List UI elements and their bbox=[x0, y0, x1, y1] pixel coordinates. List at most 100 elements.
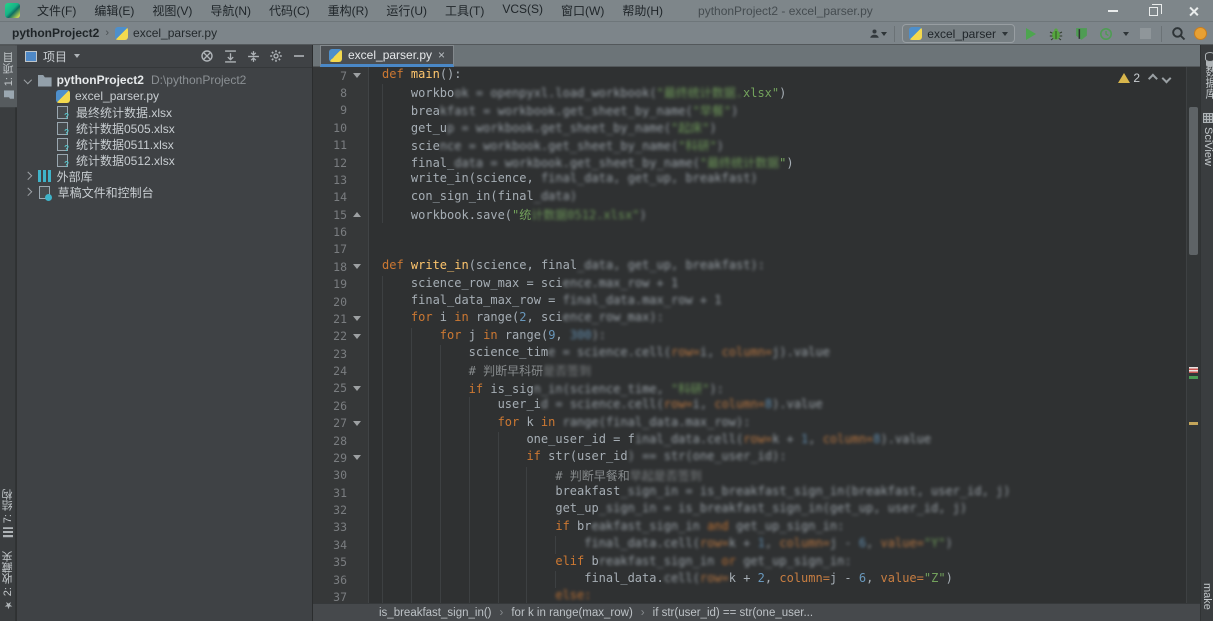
gutter-line[interactable]: 20 bbox=[313, 293, 368, 310]
code-breadcrumb-1[interactable]: for k in range(max_row) bbox=[511, 607, 632, 619]
menu-item-7[interactable]: 工具(T) bbox=[436, 0, 493, 21]
profiler-button[interactable] bbox=[1097, 25, 1115, 43]
line-number[interactable]: 21 bbox=[313, 312, 347, 326]
tree-item[interactable]: 草稿文件和控制台 bbox=[17, 184, 312, 200]
gutter-line[interactable]: 13 bbox=[313, 171, 368, 188]
code-line[interactable]: science_time = science.cell(row=i, colum… bbox=[382, 345, 1186, 362]
fold-region[interactable] bbox=[347, 455, 367, 460]
line-number[interactable]: 30 bbox=[313, 468, 347, 482]
settings-button[interactable] bbox=[269, 49, 283, 63]
gutter-line[interactable]: 33 bbox=[313, 519, 368, 536]
chevron-down-icon[interactable] bbox=[1123, 32, 1129, 36]
gutter-line[interactable]: 35 bbox=[313, 554, 368, 571]
code-line[interactable]: final_data = workbook.get_sheet_by_name(… bbox=[382, 154, 1186, 171]
scrollbar-thumb[interactable] bbox=[1189, 107, 1198, 255]
restore-button[interactable] bbox=[1133, 0, 1173, 22]
fold-open-icon[interactable] bbox=[353, 334, 361, 339]
fold-end-icon[interactable] bbox=[353, 212, 361, 217]
fold-open-icon[interactable] bbox=[353, 386, 361, 391]
code-line[interactable]: science_row_max = science.max_row + 1 bbox=[382, 276, 1186, 293]
fold-region[interactable] bbox=[347, 386, 367, 391]
code-line[interactable]: if is_sign_in(science_time, "科研"): bbox=[382, 380, 1186, 397]
line-number[interactable]: 29 bbox=[313, 451, 347, 465]
line-number[interactable]: 11 bbox=[313, 138, 347, 152]
fold-open-icon[interactable] bbox=[353, 73, 361, 78]
code-line[interactable]: breakfast = workbook.get_sheet_by_name("… bbox=[382, 102, 1186, 119]
tree-item[interactable]: 统计数据0511.xlsx bbox=[17, 136, 312, 152]
breadcrumb-project[interactable]: pythonProject2 bbox=[12, 26, 99, 40]
gutter-line[interactable]: 34 bbox=[313, 536, 368, 553]
fold-region[interactable] bbox=[347, 212, 367, 217]
fold-region[interactable] bbox=[347, 73, 367, 78]
vcs-change-mark[interactable] bbox=[1189, 376, 1198, 379]
gutter-line[interactable]: 9 bbox=[313, 102, 368, 119]
line-number[interactable]: 15 bbox=[313, 208, 347, 222]
fold-region[interactable] bbox=[347, 264, 367, 269]
code-editor[interactable]: def main():workbook = openpyxl.load_work… bbox=[370, 67, 1186, 603]
gutter-line[interactable]: 18 bbox=[313, 258, 368, 275]
code-line[interactable]: elif breakfast_sign_in or get_up_sign_in… bbox=[382, 554, 1186, 571]
run-button[interactable] bbox=[1022, 25, 1040, 43]
gutter-line[interactable]: 24 bbox=[313, 362, 368, 379]
code-line[interactable]: user_id = science.cell(row=i, column=8).… bbox=[382, 397, 1186, 414]
breadcrumb-file[interactable]: excel_parser.py bbox=[133, 26, 217, 40]
chevron-right-icon[interactable] bbox=[24, 172, 32, 180]
fold-open-icon[interactable] bbox=[353, 421, 361, 426]
line-number[interactable]: 12 bbox=[313, 156, 347, 170]
gutter-line[interactable]: 31 bbox=[313, 484, 368, 501]
tree-item[interactable]: pythonProject2D:\pythonProject2 bbox=[17, 72, 312, 88]
line-number[interactable]: 36 bbox=[313, 573, 347, 587]
locate-file-button[interactable] bbox=[200, 49, 214, 63]
fold-region[interactable] bbox=[347, 316, 367, 321]
menu-item-10[interactable]: 帮助(H) bbox=[613, 0, 672, 21]
gutter-line[interactable]: 17 bbox=[313, 241, 368, 258]
user-dropdown[interactable] bbox=[869, 25, 887, 43]
gutter-line[interactable]: 32 bbox=[313, 501, 368, 518]
chevron-down-icon[interactable] bbox=[74, 54, 80, 58]
code-line[interactable]: def main(): bbox=[382, 67, 1186, 84]
tool-tab-favorites[interactable]: ★ 2: 收藏夹 bbox=[0, 544, 17, 617]
tool-tab-database[interactable]: 数据库 bbox=[1201, 45, 1213, 106]
menu-item-0[interactable]: 文件(F) bbox=[28, 0, 85, 21]
line-number[interactable]: 16 bbox=[313, 225, 347, 239]
debug-button[interactable] bbox=[1047, 25, 1065, 43]
gutter-line[interactable]: 37 bbox=[313, 588, 368, 603]
code-line[interactable]: workbook = openpyxl.load_workbook("最终统计数… bbox=[382, 84, 1186, 101]
code-line[interactable]: one_user_id = final_data.cell(row=k + 1,… bbox=[382, 432, 1186, 449]
gutter-line[interactable]: 36 bbox=[313, 571, 368, 588]
line-number[interactable]: 35 bbox=[313, 555, 347, 569]
gutter-line[interactable]: 19 bbox=[313, 276, 368, 293]
gutter-line[interactable]: 7 bbox=[313, 67, 368, 84]
expand-all-button[interactable] bbox=[223, 49, 237, 63]
line-number[interactable]: 8 bbox=[313, 86, 347, 100]
code-line[interactable]: for k in range(final_data.max_row): bbox=[382, 415, 1186, 432]
code-line[interactable]: final_data.cell(row=k + 1, column=j - 6,… bbox=[382, 536, 1186, 553]
line-number[interactable]: 32 bbox=[313, 503, 347, 517]
fold-open-icon[interactable] bbox=[353, 264, 361, 269]
line-number[interactable]: 14 bbox=[313, 190, 347, 204]
gutter-line[interactable]: 23 bbox=[313, 345, 368, 362]
tree-item[interactable]: excel_parser.py bbox=[17, 88, 312, 104]
code-line[interactable]: final_data.cell(row=k + 2, column=j - 6,… bbox=[382, 571, 1186, 588]
code-line[interactable]: if breakfast_sign_in and get_up_sign_in: bbox=[382, 519, 1186, 536]
run-configuration-select[interactable]: excel_parser bbox=[902, 24, 1015, 43]
code-line[interactable] bbox=[382, 241, 1186, 258]
chevron-down-icon[interactable] bbox=[24, 76, 32, 84]
code-line[interactable]: workbook.save("统计数据0512.xlsx") bbox=[382, 206, 1186, 223]
line-number[interactable]: 9 bbox=[313, 103, 347, 117]
tool-tab-structure[interactable]: 7: 结构 bbox=[0, 482, 17, 544]
tool-tab-project[interactable]: 1: 项目 bbox=[0, 45, 18, 107]
code-line[interactable]: # 判断早科研是否签到 bbox=[382, 362, 1186, 379]
close-button[interactable] bbox=[1173, 0, 1213, 22]
gutter-line[interactable]: 12 bbox=[313, 154, 368, 171]
hide-tool-window-button[interactable] bbox=[292, 49, 306, 63]
code-line[interactable]: if str(user_id) == str(one_user_id): bbox=[382, 449, 1186, 466]
minimize-button[interactable] bbox=[1093, 0, 1133, 22]
stop-button[interactable] bbox=[1136, 25, 1154, 43]
code-line[interactable]: write_in(science, final_data, get_up, br… bbox=[382, 171, 1186, 188]
tool-tab-make[interactable]: make bbox=[1200, 576, 1213, 617]
run-with-coverage-button[interactable] bbox=[1072, 25, 1090, 43]
line-number[interactable]: 34 bbox=[313, 538, 347, 552]
menu-item-6[interactable]: 运行(U) bbox=[377, 0, 436, 21]
gutter-line[interactable]: 21 bbox=[313, 310, 368, 327]
